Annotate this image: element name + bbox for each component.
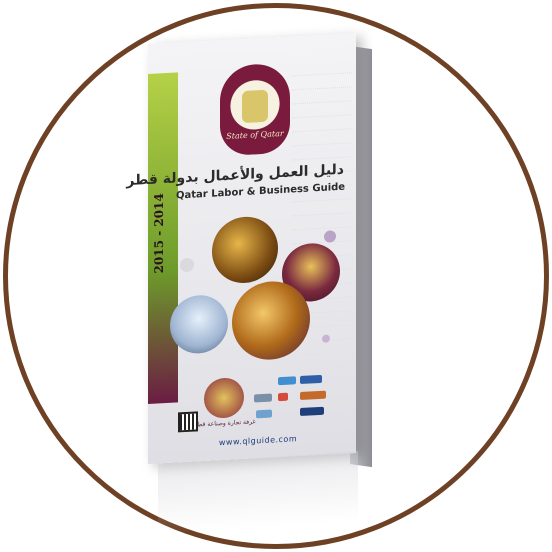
sponsor-logo	[256, 409, 272, 419]
sponsor-logo	[300, 374, 322, 385]
sponsor-logo	[254, 393, 272, 403]
sponsor-logo	[278, 392, 288, 402]
circular-frame: 2015 - 2014 State of Qatar دليل العمل وا…	[0, 0, 552, 552]
book-reflection	[158, 451, 358, 535]
sponsor-logos	[248, 374, 338, 439]
stock-market-photo	[212, 215, 278, 285]
chamber-logo-icon	[204, 376, 244, 420]
sponsor-logo	[278, 376, 296, 386]
sponsor-logo	[300, 406, 324, 417]
book-cover: 2015 - 2014 State of Qatar دليل العمل وا…	[126, 33, 356, 464]
qatar-emblem-icon: State of Qatar	[220, 62, 290, 157]
qr-code-icon	[178, 411, 198, 433]
emblem-center	[242, 89, 268, 124]
cover-year: 2015 - 2014	[152, 192, 166, 274]
decorative-dot	[180, 257, 194, 273]
emblem-text: State of Qatar	[226, 128, 284, 141]
cover-website: www.qlguide.com	[218, 434, 298, 448]
sponsor-logo	[300, 390, 326, 401]
business-people-photo	[170, 293, 228, 355]
book-scene: 2015 - 2014 State of Qatar دليل العمل وا…	[0, 0, 552, 552]
cover-topic-list	[292, 59, 352, 399]
